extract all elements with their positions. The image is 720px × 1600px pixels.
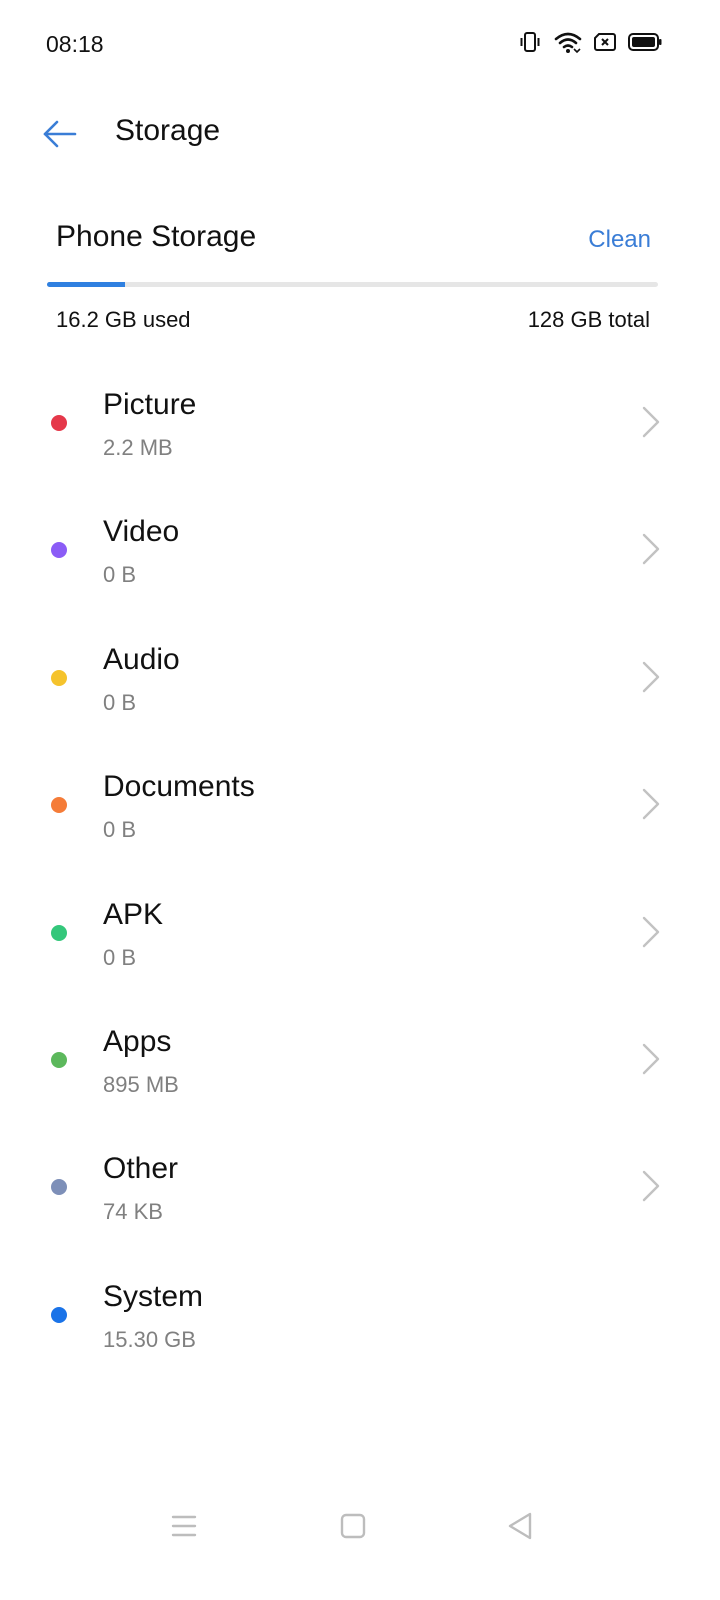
home-square-icon bbox=[340, 1513, 366, 1539]
menu-icon bbox=[171, 1515, 197, 1537]
category-name: System bbox=[103, 1279, 204, 1313]
chevron-right-icon bbox=[642, 1171, 660, 1202]
category-color-dot bbox=[51, 542, 67, 559]
sim-card-error-icon bbox=[594, 32, 616, 57]
category-name: APK bbox=[103, 897, 164, 931]
chevron-right-icon bbox=[642, 788, 660, 820]
category-name: Video bbox=[103, 515, 180, 549]
category-color-dot bbox=[51, 415, 67, 431]
category-item-video[interactable]: Video 0 B bbox=[0, 485, 720, 612]
category-size: 0 B bbox=[103, 689, 137, 715]
section-title: Phone Storage bbox=[56, 220, 257, 253]
category-item-apk[interactable]: APK 0 B bbox=[0, 868, 720, 995]
category-size: 895 MB bbox=[103, 1071, 179, 1097]
category-item-picture[interactable]: Picture 2.2 MB bbox=[0, 358, 720, 485]
home-button[interactable] bbox=[331, 1504, 375, 1548]
status-bar: 08:18 bbox=[0, 0, 720, 88]
navigation-bar bbox=[0, 1490, 720, 1560]
status-icons bbox=[506, 30, 662, 58]
chevron-right-icon bbox=[642, 406, 660, 438]
category-item-system: System 15.30 GB bbox=[0, 1250, 720, 1377]
nav-back-button[interactable] bbox=[498, 1504, 542, 1548]
category-size: 2.2 MB bbox=[103, 435, 173, 460]
category-size: 0 B bbox=[103, 562, 137, 588]
chevron-right-icon bbox=[642, 661, 660, 692]
status-time: 08:18 bbox=[46, 31, 104, 57]
category-item-other[interactable]: Other 74 KB bbox=[0, 1122, 720, 1249]
chevron-right-icon bbox=[642, 916, 660, 947]
category-name: Documents bbox=[103, 770, 255, 804]
storage-category-list: Picture 2.2 MB Video 0 B Audio 0 B Docum… bbox=[0, 358, 720, 1377]
category-name: Other bbox=[103, 1152, 179, 1186]
category-name: Picture bbox=[103, 388, 197, 421]
wifi-icon bbox=[554, 30, 582, 59]
total-storage-text: 128 GB total bbox=[527, 307, 650, 332]
category-color-dot bbox=[51, 1179, 67, 1196]
category-name: Apps bbox=[103, 1024, 172, 1058]
arrow-left-icon bbox=[43, 120, 77, 148]
app-bar: Storage bbox=[0, 96, 720, 172]
clean-button[interactable]: Clean bbox=[588, 226, 651, 254]
category-size: 74 KB bbox=[103, 1199, 163, 1225]
category-name: Audio bbox=[103, 642, 180, 676]
back-triangle-icon bbox=[508, 1512, 532, 1540]
category-size: 0 B bbox=[103, 944, 137, 970]
storage-usage-bar bbox=[47, 282, 658, 287]
category-item-audio[interactable]: Audio 0 B bbox=[0, 613, 720, 740]
back-button[interactable] bbox=[34, 108, 86, 160]
storage-usage-fill bbox=[47, 282, 125, 287]
category-color-dot bbox=[51, 1306, 67, 1323]
chevron-right-icon bbox=[642, 1043, 660, 1075]
category-size: 0 B bbox=[103, 817, 137, 843]
used-storage-text: 16.2 GB used bbox=[56, 307, 191, 332]
recent-apps-button[interactable] bbox=[162, 1504, 206, 1548]
category-color-dot bbox=[51, 669, 67, 686]
category-item-documents[interactable]: Documents 0 B bbox=[0, 740, 720, 867]
vibrate-icon bbox=[518, 30, 542, 59]
category-size: 15.30 GB bbox=[103, 1326, 196, 1352]
category-item-apps[interactable]: Apps 895 MB bbox=[0, 995, 720, 1122]
battery-icon bbox=[628, 32, 662, 57]
category-color-dot bbox=[51, 797, 67, 814]
page-title: Storage bbox=[115, 114, 221, 147]
category-color-dot bbox=[51, 1051, 67, 1068]
chevron-right-icon bbox=[642, 534, 660, 565]
category-color-dot bbox=[51, 924, 67, 941]
